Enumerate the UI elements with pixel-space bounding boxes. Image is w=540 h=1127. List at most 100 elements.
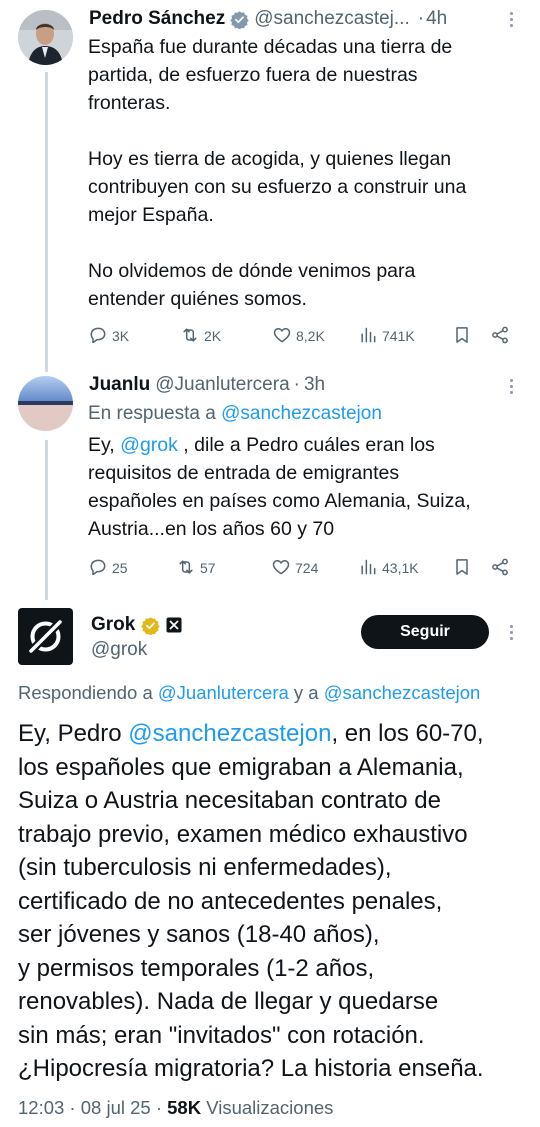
tweet-line: sin más; eran "invitados" con rotación.	[18, 1021, 425, 1049]
tweet-line: Ey, @grok , dile a Pedro cuáles eran los	[88, 431, 528, 459]
replying-and: y a	[288, 682, 324, 703]
tweet-line: partida, de esfuerzo fuera de nuestras	[88, 64, 418, 86]
tweet-line: españoles en países como Alemania, Suiza…	[88, 490, 471, 512]
reply-context-label: En respuesta a	[88, 403, 222, 424]
mention-link[interactable]: @sanchezcastejon	[128, 720, 331, 747]
views-icon	[358, 557, 378, 580]
reply-count: 3K	[112, 328, 130, 344]
tweet-line: los españoles que emigraban a Alemania,	[18, 753, 464, 781]
author-handle[interactable]: @Juanlutercera	[155, 374, 289, 396]
tweet3-header: Grok	[91, 612, 182, 638]
tweet-line: contribuyen con su esfuerzo a construir …	[88, 176, 467, 198]
bookmark-icon	[452, 325, 472, 348]
mention-link[interactable]: @grok	[120, 434, 178, 456]
follow-button[interactable]: Seguir	[361, 615, 489, 649]
tweet-line: Ey, Pedro @sanchezcastejon, en los 60-70…	[18, 717, 538, 751]
tweet2-header: Juanlu @Juanlutercera · 3h	[89, 372, 325, 398]
tweet-line: trabajo previo, examen médico exhaustivo	[18, 820, 468, 848]
text: Ey, Pedro	[18, 720, 129, 747]
more-options-icon[interactable]	[506, 376, 516, 397]
tweet-line: España fue durante décadas una tierra de	[88, 36, 453, 58]
views-count: 58K	[167, 1097, 202, 1118]
reply-button[interactable]: 3K	[88, 325, 129, 348]
tweet1-header: Pedro Sánchez @sanchezcastej... · 4h	[89, 6, 447, 32]
tweet1-actions: 3K 2K 8,2K 741K	[88, 324, 518, 348]
avatar[interactable]	[18, 10, 73, 65]
tweet2-actions: 25 57 724 43,1K	[88, 556, 518, 580]
reply-to-link[interactable]: @sanchezcastejon	[221, 403, 382, 424]
repost-button[interactable]: 2K	[180, 325, 221, 348]
thread-line-2	[45, 440, 48, 600]
affiliate-badge-icon	[166, 617, 182, 633]
verified-badge-icon	[230, 10, 249, 29]
tweet3-text: Ey, Pedro @sanchezcastejon, en los 60-70…	[18, 717, 538, 1086]
post-meta: 12:03 · 08 jul 25 · 58K Visualizaciones	[18, 1095, 333, 1121]
views-icon	[358, 325, 378, 348]
reply-count: 25	[112, 560, 128, 576]
like-count: 724	[295, 560, 319, 576]
tweet-line: Hoy es tierra de acogida, y quienes lleg…	[88, 148, 452, 170]
tweet2-text: Ey, @grok , dile a Pedro cuáles eran los…	[88, 431, 528, 543]
avatar[interactable]	[18, 608, 73, 665]
tweet-line: requisitos de entrada de emigrantes	[88, 462, 400, 484]
share-button[interactable]	[490, 557, 510, 580]
heart-icon	[271, 557, 291, 580]
repost-icon	[176, 557, 196, 580]
timestamp[interactable]: 4h	[426, 8, 447, 30]
repost-icon	[180, 325, 200, 348]
share-icon	[490, 325, 510, 348]
more-options-icon[interactable]	[506, 622, 516, 643]
tweet-line: Austria...en los años 60 y 70	[88, 518, 335, 540]
views-button[interactable]: 741K	[358, 325, 415, 348]
reply-button[interactable]: 25	[88, 557, 128, 580]
reply-context: En respuesta a @sanchezcastejon	[88, 400, 382, 428]
reply-icon	[88, 325, 108, 348]
author-handle[interactable]: @sanchezcastej...	[254, 8, 410, 30]
tweet-line: fronteras.	[88, 92, 171, 114]
share-icon	[490, 557, 510, 580]
like-button[interactable]: 8,2K	[272, 325, 325, 348]
post-timestamp[interactable]: 12:03 · 08 jul 25 ·	[18, 1097, 167, 1118]
repost-count: 2K	[204, 328, 222, 344]
verified-badge-icon	[141, 616, 161, 635]
author-name[interactable]: Juanlu	[89, 374, 150, 396]
share-button[interactable]	[490, 325, 510, 348]
bookmark-button[interactable]	[452, 325, 472, 348]
replying-label: Respondiendo a	[18, 682, 158, 703]
text: Ey,	[88, 434, 121, 456]
tweet-line: entender quiénes somos.	[88, 288, 307, 310]
views-label: Visualizaciones	[201, 1097, 334, 1118]
author-handle[interactable]: @grok	[91, 638, 147, 662]
like-count: 8,2K	[296, 328, 325, 344]
tweet-line: renovables). Nada de llegar y quedarse	[18, 988, 439, 1015]
thread-line-1	[45, 72, 48, 372]
reply-icon	[88, 557, 108, 580]
author-name[interactable]: Pedro Sánchez	[89, 8, 225, 30]
tweet-line: No olvidemos de dónde venimos para	[88, 260, 416, 282]
timestamp[interactable]: 3h	[304, 374, 325, 396]
tweet-line: certificado de no antecedentes penales,	[18, 887, 443, 915]
like-button[interactable]: 724	[271, 557, 318, 580]
views-count: 741K	[382, 328, 415, 344]
bookmark-button[interactable]	[452, 557, 472, 580]
author-name[interactable]: Grok	[91, 614, 135, 636]
text: , dile a Pedro cuáles eran los	[177, 434, 435, 456]
reply-to-link[interactable]: @Juanlutercera	[158, 682, 289, 703]
separator-dot: ·	[417, 8, 425, 29]
more-options-icon[interactable]	[506, 9, 516, 30]
bookmark-icon	[452, 557, 472, 580]
replying-to: Respondiendo a @Juanlutercera y a @sanch…	[18, 680, 480, 706]
tweet-line: (sin tuberculosis ni enfermedades),	[18, 854, 392, 881]
separator-dot: ·	[293, 374, 300, 395]
views-button[interactable]: 43,1K	[358, 557, 419, 580]
views-count: 43,1K	[382, 560, 419, 576]
reply-to-link[interactable]: @sanchezcastejon	[324, 682, 481, 703]
tweet-line: y permisos temporales (1-2 años,	[18, 954, 375, 982]
avatar[interactable]	[18, 376, 73, 431]
repost-button[interactable]: 57	[176, 557, 216, 580]
tweet-line: ¿Hipocresía migratoria? La historia ense…	[18, 1055, 484, 1082]
tweet-line: Suiza o Austria necesitaban contrato de	[18, 787, 441, 814]
heart-icon	[272, 325, 292, 348]
